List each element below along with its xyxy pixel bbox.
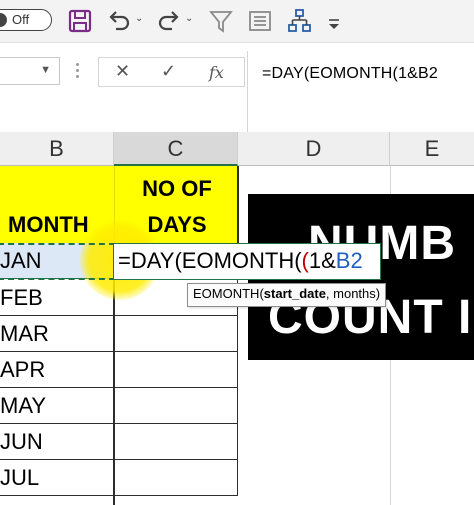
autosave-toggle[interactable]: Off: [0, 9, 52, 31]
tooltip-function: EOMONTH(: [193, 286, 264, 301]
column-header-d[interactable]: D: [238, 132, 390, 166]
name-box[interactable]: ▼: [0, 57, 60, 85]
tooltip-arg-start-date: start_date: [263, 286, 326, 301]
month-cell[interactable]: JUN: [0, 424, 114, 460]
days-cell[interactable]: [114, 316, 238, 352]
undo-dropdown-icon[interactable]: ⌄: [135, 13, 143, 24]
column-header-c[interactable]: C: [114, 132, 238, 166]
function-tooltip[interactable]: EOMONTH(start_date, months): [187, 283, 387, 307]
formula-bar: ▼ ✕ ✓ fx =DAY(EOMONTH(1&B2: [0, 42, 474, 133]
month-cell[interactable]: JUL: [0, 460, 114, 496]
formula-input[interactable]: =DAY(EOMONTH(1&B2: [247, 51, 474, 133]
name-box-dropdown-icon[interactable]: ▼: [40, 64, 51, 76]
days-header-line1: NO OF: [142, 176, 212, 201]
filter-icon[interactable]: [208, 7, 234, 35]
form-icon[interactable]: [247, 7, 273, 35]
gridline: [390, 166, 391, 194]
formula-bar-grip-icon[interactable]: [76, 63, 80, 81]
edit-text-paren: (: [301, 248, 309, 273]
cancel-icon[interactable]: ✕: [115, 61, 130, 82]
table-border: [113, 280, 115, 505]
reference-marquee: [0, 243, 115, 280]
table-border: [237, 166, 239, 243]
redo-dropdown-icon[interactable]: ⌄: [185, 13, 193, 24]
insert-function-button[interactable]: fx: [209, 63, 224, 82]
month-text: APR: [0, 357, 46, 382]
autosave-label: Off: [12, 12, 30, 27]
month-cell[interactable]: MAY: [0, 388, 114, 424]
active-cell-editor[interactable]: =DAY(EOMONTH((1&B2: [113, 243, 381, 280]
days-cell[interactable]: [114, 352, 238, 388]
edit-text-function: =DAY(EOMONTH(: [118, 248, 302, 273]
gridline: [390, 360, 391, 505]
save-icon[interactable]: [66, 7, 94, 35]
month-text: JUL: [0, 465, 40, 490]
quick-access-toolbar: Off ⌄ ⌄: [0, 0, 474, 42]
tooltip-rest: , months): [325, 286, 381, 301]
month-text: MAY: [0, 393, 47, 418]
redo-icon[interactable]: [156, 7, 182, 35]
days-cell[interactable]: [114, 424, 238, 460]
edit-text-reference: B2: [335, 248, 363, 273]
column-header-b[interactable]: B: [0, 132, 114, 166]
month-header-text: MONTH: [8, 212, 89, 237]
column-header-e[interactable]: E: [390, 132, 474, 166]
formula-text: =DAY(EOMONTH(1&B2: [262, 65, 439, 82]
month-cell[interactable]: APR: [0, 352, 114, 388]
days-cell[interactable]: [114, 388, 238, 424]
edit-text-literal: 1&: [308, 248, 336, 273]
toggle-knob: [0, 13, 7, 27]
month-text: FEB: [0, 285, 43, 310]
month-text: MAR: [0, 321, 49, 346]
undo-icon[interactable]: [106, 7, 132, 35]
month-cell[interactable]: MAR: [0, 316, 114, 352]
enter-icon[interactable]: ✓: [161, 61, 176, 82]
formula-bar-buttons: ✕ ✓ fx: [98, 57, 245, 87]
hierarchy-icon[interactable]: [286, 7, 312, 35]
customize-toolbar-icon[interactable]: [326, 11, 342, 39]
month-text: JUN: [0, 429, 43, 454]
days-cell[interactable]: [114, 460, 238, 496]
